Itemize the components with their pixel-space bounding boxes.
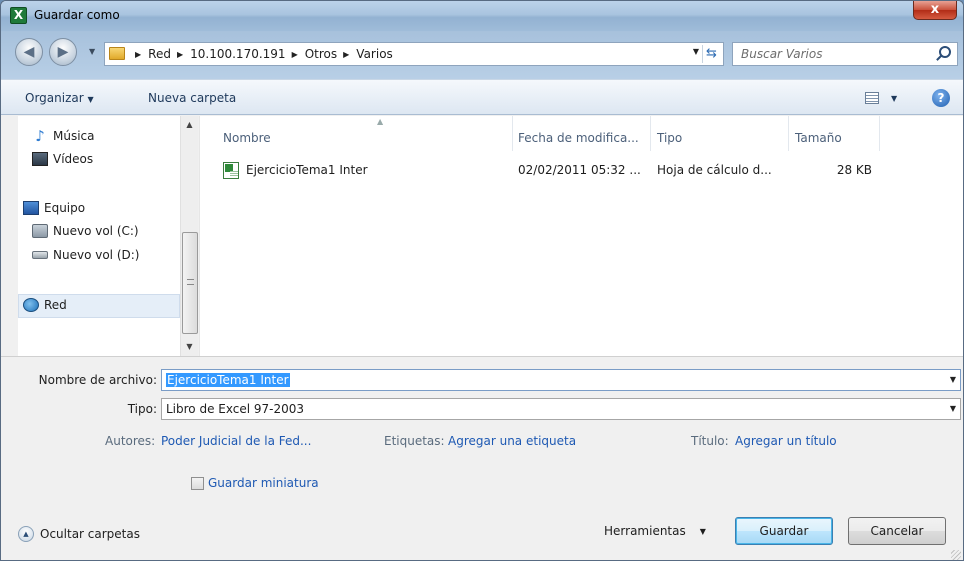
view-options-icon[interactable]	[865, 92, 879, 104]
address-row: ◀ ▶ ▼ ▶ Red ▶ 10.100.170.191 ▶ Otros ▶ Vario…	[1, 31, 963, 79]
column-header-label: Tamaño	[795, 131, 842, 145]
breadcrumb-label: Otros	[304, 47, 338, 61]
nav-scrollbar[interactable]: ▲ ▼	[180, 116, 198, 356]
drive-icon	[32, 224, 48, 238]
filename-label: Nombre de archivo:	[38, 373, 157, 387]
title-label: Título:	[691, 434, 729, 448]
search-placeholder: Buscar Varios	[741, 47, 823, 61]
file-list: Nombre ▲ Fecha de modifica... Tipo Tamañ…	[199, 116, 963, 356]
recent-locations-chevron-icon[interactable]: ▼	[89, 47, 95, 56]
save-thumbnail-checkbox[interactable]	[191, 477, 204, 490]
command-bar: Organizar ▼ Nueva carpeta ▼ ?	[1, 79, 963, 115]
excel-file-icon	[223, 162, 239, 179]
navigation-pane: ♪ Música Vídeos Equipo Nuevo vol (C:) Nu…	[18, 116, 198, 356]
back-button[interactable]: ◀	[15, 38, 43, 66]
column-header-size[interactable]: Tamaño	[790, 116, 880, 151]
chevron-down-icon: ▼	[949, 404, 956, 413]
file-type-value: Libro de Excel 97-2003	[166, 402, 305, 416]
column-header-label: Fecha de modifica...	[518, 131, 639, 145]
file-type: Hoja de cálculo d...	[657, 163, 772, 177]
nav-item-drive-d[interactable]: Nuevo vol (D:)	[32, 248, 139, 262]
address-bar[interactable]: ▶ Red ▶ 10.100.170.191 ▶ Otros ▶ Varios ▼ ⇆	[104, 42, 724, 66]
nav-item-music[interactable]: ♪ Música	[32, 127, 95, 145]
forward-button[interactable]: ▶	[49, 38, 77, 66]
nav-item-label: Música	[53, 129, 95, 143]
tools-label: Herramientas	[604, 524, 686, 538]
table-row[interactable]: EjercicioTema1 Inter 02/02/2011 05:32 ..…	[200, 160, 963, 182]
title-field[interactable]: Agregar un título	[735, 434, 837, 448]
nav-item-label: Vídeos	[53, 152, 94, 166]
folder-icon	[109, 47, 125, 60]
column-header-label: Tipo	[657, 131, 683, 145]
video-icon	[32, 152, 48, 166]
window-title: Guardar como	[34, 8, 120, 22]
refresh-icon[interactable]: ⇆	[702, 45, 720, 63]
column-header-type[interactable]: Tipo	[652, 116, 789, 151]
scroll-thumb[interactable]	[182, 232, 198, 334]
scroll-down-icon[interactable]: ▼	[181, 338, 198, 355]
save-options-panel: Nombre de archivo: EjercicioTema1 Inter …	[1, 356, 963, 560]
breadcrumb-item[interactable]: ▶ 10.100.170.191	[171, 47, 286, 61]
nav-item-network[interactable]: Red	[23, 298, 67, 312]
chevron-up-icon: ▲	[18, 526, 34, 542]
column-header-name[interactable]: Nombre	[200, 116, 513, 151]
nav-item-label: Nuevo vol (D:)	[53, 248, 140, 262]
file-type-select[interactable]: Libro de Excel 97-2003 ▼	[161, 398, 961, 420]
nav-item-videos[interactable]: Vídeos	[32, 152, 93, 166]
save-thumbnail-label[interactable]: Guardar miniatura	[208, 476, 319, 490]
organize-label: Organizar	[25, 91, 84, 105]
breadcrumb-item[interactable]: ▶ Otros	[286, 47, 338, 61]
save-button[interactable]: Guardar	[735, 517, 833, 545]
organize-button[interactable]: Organizar ▼	[25, 91, 94, 105]
nav-item-label: Equipo	[44, 201, 86, 215]
nav-item-label: Nuevo vol (C:)	[53, 224, 139, 238]
computer-icon	[23, 201, 39, 215]
tags-field[interactable]: Agregar una etiqueta	[448, 434, 576, 448]
chevron-down-icon[interactable]: ▼	[950, 375, 956, 384]
music-icon: ♪	[35, 127, 45, 145]
cancel-button[interactable]: Cancelar	[848, 517, 946, 545]
column-header-date[interactable]: Fecha de modifica...	[514, 116, 651, 151]
nav-item-computer[interactable]: Equipo	[23, 201, 85, 215]
search-input[interactable]: Buscar Varios	[732, 42, 958, 66]
save-as-dialog: X Guardar como x ◀ ▶ ▼ ▶ Red ▶ 10.100.170.…	[0, 0, 964, 561]
breadcrumb-label: Red	[148, 47, 171, 61]
breadcrumb-label: 10.100.170.191	[190, 47, 286, 61]
drive-icon	[32, 251, 48, 259]
file-date: 02/02/2011 05:32 ...	[518, 163, 641, 177]
file-name: EjercicioTema1 Inter	[246, 163, 368, 177]
nav-item-label: Red	[44, 298, 67, 312]
new-folder-button[interactable]: Nueva carpeta	[148, 91, 236, 105]
type-label: Tipo:	[127, 402, 157, 416]
chevron-down-icon: ▼	[87, 95, 94, 104]
breadcrumb-item[interactable]: ▶ Red	[131, 47, 171, 61]
close-button[interactable]: x	[913, 1, 957, 20]
sort-ascending-icon: ▲	[377, 117, 384, 126]
help-icon[interactable]: ?	[932, 89, 950, 107]
search-icon[interactable]	[939, 46, 951, 58]
grip-icon	[187, 279, 194, 285]
chevron-down-icon: ▼	[699, 526, 706, 536]
authors-label: Autores:	[105, 434, 156, 448]
hide-folders-label: Ocultar carpetas	[40, 527, 140, 541]
scroll-up-icon[interactable]: ▲	[181, 116, 198, 133]
breadcrumb: ▶ Red ▶ 10.100.170.191 ▶ Otros ▶ Varios	[131, 47, 393, 61]
filename-input[interactable]: EjercicioTema1 Inter ▼	[161, 369, 961, 391]
tags-label: Etiquetas:	[384, 434, 445, 448]
file-size: 28 KB	[836, 163, 872, 177]
title-bar: X Guardar como x	[1, 1, 963, 31]
address-history-chevron-icon[interactable]: ▼	[693, 47, 699, 56]
filename-value: EjercicioTema1 Inter	[166, 373, 290, 387]
excel-app-icon: X	[10, 7, 27, 24]
breadcrumb-label: Varios	[356, 47, 393, 61]
column-header-label: Nombre	[223, 131, 271, 145]
authors-field[interactable]: Poder Judicial de la Fed...	[161, 434, 311, 448]
hide-folders-button[interactable]: ▲ Ocultar carpetas	[18, 526, 140, 542]
tools-button[interactable]: Herramientas ▼	[604, 524, 706, 538]
nav-item-drive-c[interactable]: Nuevo vol (C:)	[32, 224, 139, 238]
breadcrumb-item[interactable]: ▶ Varios	[337, 47, 393, 61]
resize-grip-icon[interactable]	[951, 550, 961, 560]
view-chevron-down-icon[interactable]: ▼	[891, 94, 897, 103]
network-icon	[23, 298, 39, 312]
